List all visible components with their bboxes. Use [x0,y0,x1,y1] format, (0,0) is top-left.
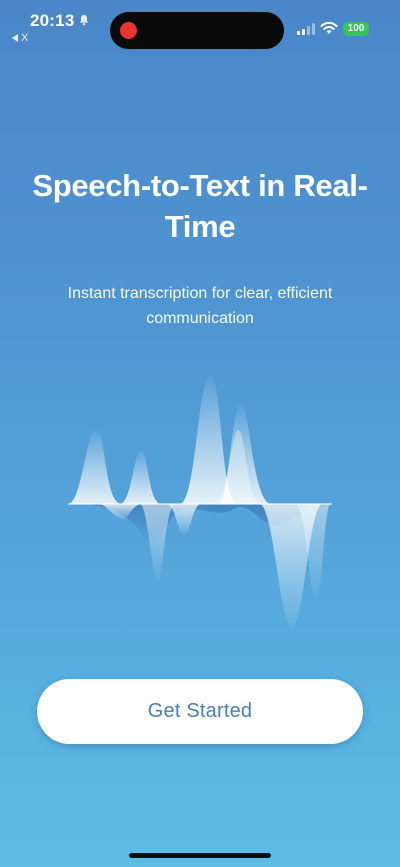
bell-icon [79,15,89,26]
status-time: 20:13 [30,11,75,30]
get-started-label: Get Started [147,700,253,722]
status-bar: 20:13 X 100 [0,0,400,50]
audio-waveform-icon [68,376,332,628]
recording-indicator-icon [120,22,137,39]
onboarding-screen: 20:13 X 100 Speech-to-Text in Real-Time … [0,0,400,867]
page-subtitle: Instant transcription for clear, efficie… [67,285,333,327]
battery-icon: 100 [343,22,369,36]
back-to-app-link[interactable]: X [12,32,28,44]
page-title: Speech-to-Text in Real-Time [32,168,368,244]
wifi-icon [320,21,338,34]
back-arrow-icon [12,34,18,42]
get-started-button[interactable]: Get Started [37,679,363,744]
home-indicator[interactable] [129,853,271,858]
back-link-label: X [21,32,29,44]
signal-icon [297,23,315,35]
dynamic-island [110,12,284,49]
